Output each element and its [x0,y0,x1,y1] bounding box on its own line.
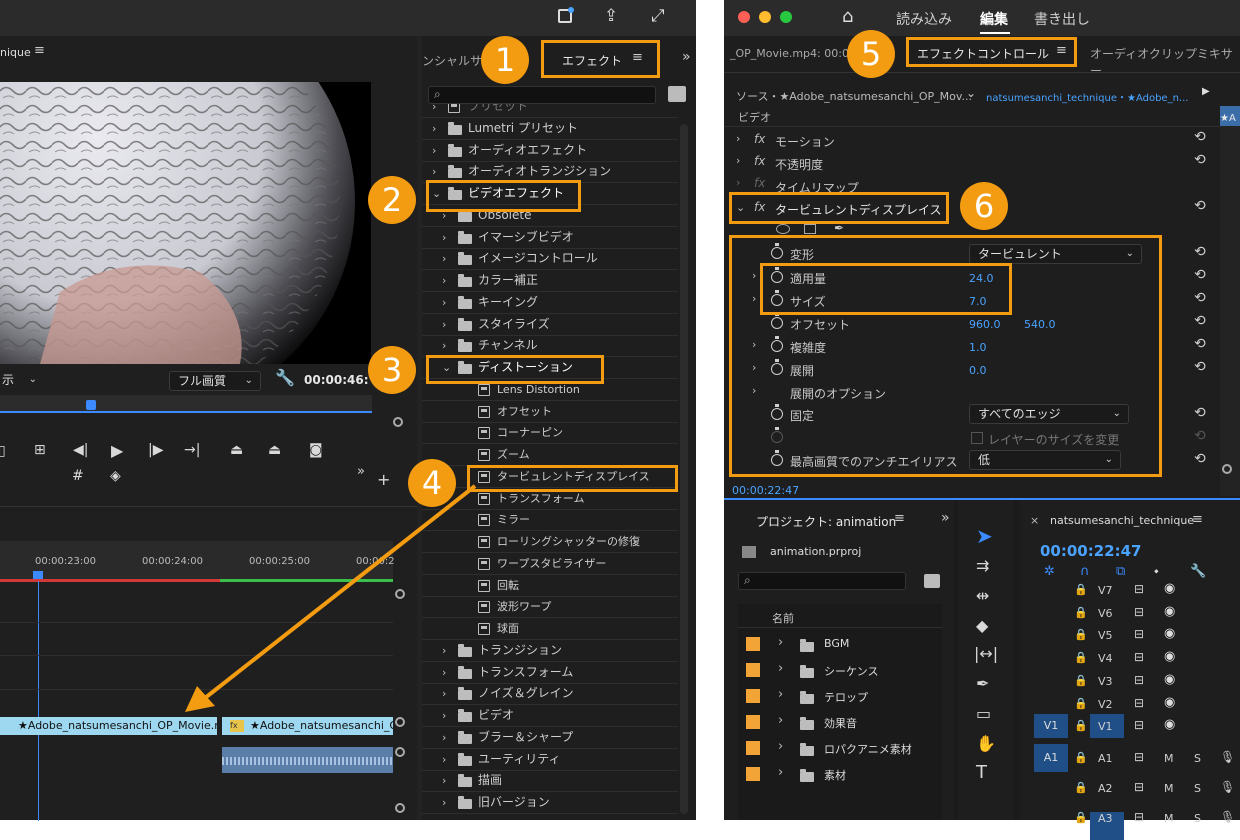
drag-arrow [185,484,477,712]
